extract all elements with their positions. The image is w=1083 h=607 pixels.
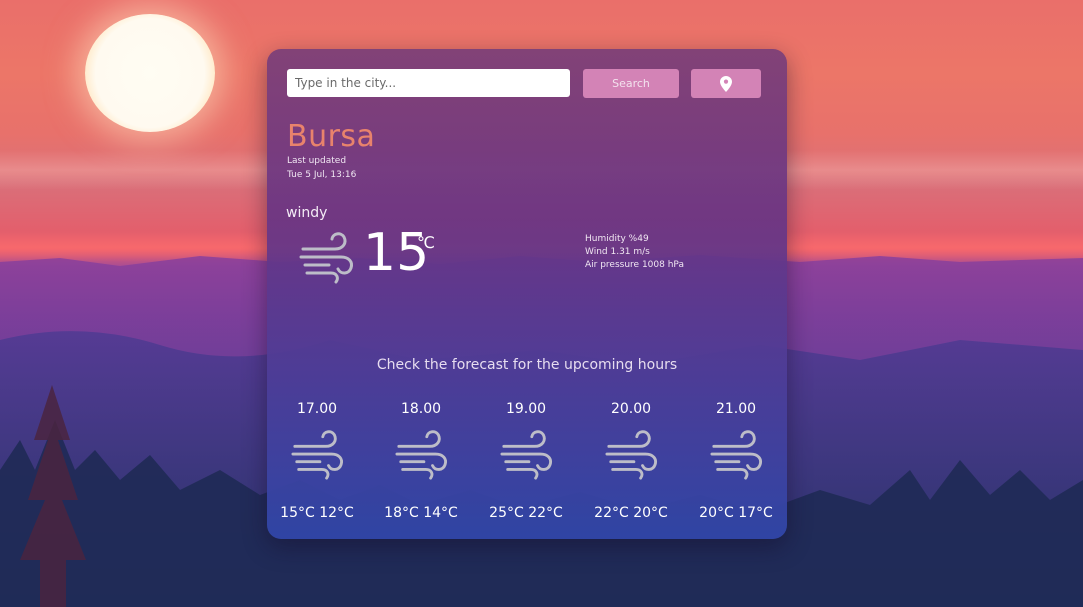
- forecast-title: Check the forecast for the upcoming hour…: [376, 357, 678, 373]
- wind-icon: [291, 430, 343, 480]
- search-button[interactable]: Search: [583, 69, 679, 98]
- forecast-time: 19.00: [505, 401, 547, 417]
- pressure-text: Air pressure 1008 hPa: [585, 260, 684, 270]
- temperature-unit: ℃: [417, 233, 435, 252]
- wind-text: Wind 1.31 m/s: [585, 247, 650, 257]
- weather-condition: windy: [286, 205, 328, 221]
- wind-icon: [500, 430, 552, 480]
- forecast-temps: 20°C 17°C: [699, 505, 773, 521]
- wind-icon: [710, 430, 762, 480]
- forecast-temps: 15°C 12°C: [280, 505, 354, 521]
- humidity-text: Humidity %49: [585, 234, 649, 244]
- forecast-time: 21.00: [715, 401, 757, 417]
- forecast-time: 20.00: [610, 401, 652, 417]
- forecast-time: 18.00: [400, 401, 442, 417]
- forecast-hour: 17.00 15°C 12°C: [267, 401, 367, 521]
- wind-icon: [605, 430, 657, 480]
- forecast-hour: 19.00 25°C 22°C: [476, 401, 576, 521]
- city-search-input[interactable]: [287, 69, 570, 97]
- forecast-hour: 20.00 22°C 20°C: [581, 401, 681, 521]
- last-updated-label: Last updated: [287, 156, 347, 166]
- wind-icon: [395, 430, 447, 480]
- wind-icon: [297, 231, 355, 289]
- forecast-temps: 22°C 20°C: [594, 505, 668, 521]
- forecast-temps: 18°C 14°C: [384, 505, 458, 521]
- city-name: Bursa: [287, 119, 376, 154]
- forecast-temps: 25°C 22°C: [489, 505, 563, 521]
- last-updated-time: Tue 5 Jul, 13:16: [287, 170, 357, 180]
- forecast-time: 17.00: [296, 401, 338, 417]
- map-pin-icon: [720, 75, 732, 92]
- location-button[interactable]: [691, 69, 761, 98]
- weather-card: Search Bursa Last updated Tue 5 Jul, 13:…: [267, 49, 787, 539]
- forecast-hour: 21.00 20°C 17°C: [686, 401, 786, 521]
- background-scene: Search Bursa Last updated Tue 5 Jul, 13:…: [0, 0, 1083, 607]
- forecast-hour: 18.00 18°C 14°C: [371, 401, 471, 521]
- weather-details: Humidity %49 Wind 1.31 m/s Air pressure …: [585, 233, 684, 272]
